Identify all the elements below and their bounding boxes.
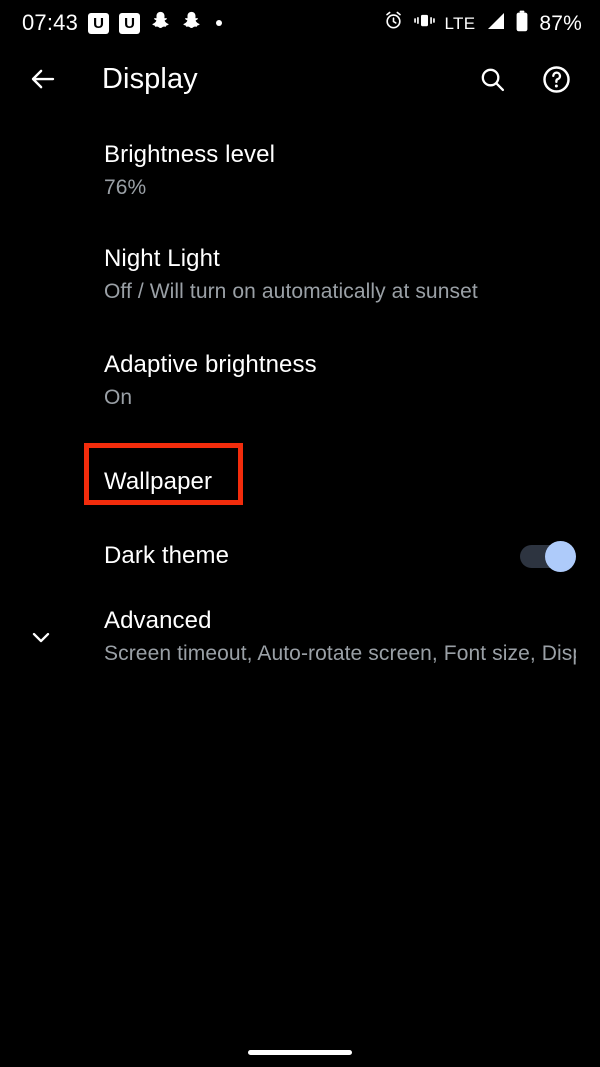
u-app-badge-icon: U xyxy=(88,12,110,34)
setting-title: Brightness level xyxy=(104,141,276,168)
status-bar-left: 07:43 U U xyxy=(22,10,223,36)
alarm-icon xyxy=(383,10,404,36)
vibrate-icon xyxy=(413,10,436,36)
setting-row-dark-theme[interactable]: Dark theme xyxy=(0,530,600,582)
signal-bars-icon xyxy=(484,11,506,36)
setting-row-wallpaper[interactable]: Wallpaper xyxy=(0,456,600,508)
snapchat-icon xyxy=(150,10,171,36)
setting-title: Advanced xyxy=(104,607,212,634)
network-type-label: LTE xyxy=(444,13,476,33)
setting-texts: Adaptive brightness On xyxy=(104,350,576,411)
snapchat-icon xyxy=(181,10,202,36)
setting-row-advanced[interactable]: Advanced Screen timeout, Auto-rotate scr… xyxy=(0,606,600,667)
u-app-badge-icon: U xyxy=(119,12,141,34)
setting-title: Dark theme xyxy=(104,542,230,569)
setting-texts: Advanced Screen timeout, Auto-rotate scr… xyxy=(104,606,576,667)
battery-icon xyxy=(515,10,529,37)
setting-summary: 76% xyxy=(104,176,147,199)
app-bar: Display xyxy=(0,46,600,112)
chevron-down-icon xyxy=(32,632,50,642)
help-circle-icon xyxy=(542,65,570,93)
setting-texts: Dark theme xyxy=(104,541,520,571)
home-gesture-bar[interactable] xyxy=(248,1050,352,1055)
setting-texts: Wallpaper xyxy=(104,467,576,497)
setting-summary: Off / Will turn on automatically at suns… xyxy=(104,280,478,303)
toggle-thumb xyxy=(545,541,576,572)
more-notifications-dot-icon xyxy=(216,20,223,26)
setting-row-adaptive-brightness[interactable]: Adaptive brightness On xyxy=(0,350,600,411)
search-button[interactable] xyxy=(470,57,514,101)
setting-texts: Night Light Off / Will turn on automatic… xyxy=(104,244,576,305)
setting-row-brightness-level[interactable]: Brightness level 76% xyxy=(0,140,600,201)
status-bar: 07:43 U U LTE 87% xyxy=(0,0,600,46)
status-bar-clock: 07:43 xyxy=(22,10,79,35)
battery-percentage-label: 87% xyxy=(539,11,582,35)
status-bar-right: LTE 87% xyxy=(383,10,582,37)
help-button[interactable] xyxy=(534,57,578,101)
setting-title: Adaptive brightness xyxy=(104,351,317,378)
setting-row-night-light[interactable]: Night Light Off / Will turn on automatic… xyxy=(0,244,600,305)
search-icon xyxy=(481,68,504,91)
setting-texts: Brightness level 76% xyxy=(104,140,576,201)
page-title: Display xyxy=(102,62,198,95)
back-button[interactable] xyxy=(14,50,72,108)
setting-title: Wallpaper xyxy=(104,468,213,495)
setting-title: Night Light xyxy=(104,245,220,272)
setting-summary: On xyxy=(104,386,133,409)
expand-advanced-button[interactable] xyxy=(24,620,58,654)
dark-theme-toggle[interactable] xyxy=(520,541,576,572)
back-arrow-icon xyxy=(31,69,55,89)
app-bar-actions xyxy=(470,57,578,101)
setting-summary: Screen timeout, Auto-rotate screen, Font… xyxy=(104,642,576,665)
